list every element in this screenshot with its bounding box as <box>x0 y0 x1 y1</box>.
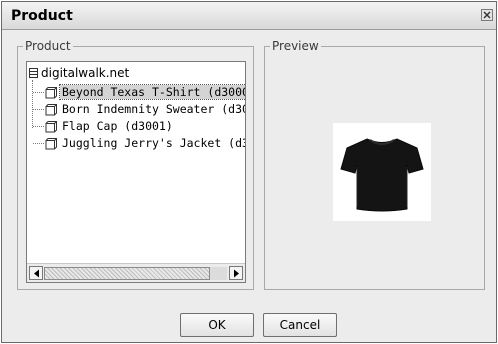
scroll-thumb[interactable] <box>44 267 210 280</box>
tree-root-label: digitalwalk.net <box>41 66 130 80</box>
product-tree-viewport: digitalwalk.net Beyond Texas T-Shirt (d3… <box>27 62 245 263</box>
product-box-icon <box>45 121 57 133</box>
product-group: Product digitalwalk.net Beyond Texas T-S… <box>17 39 254 290</box>
product-tree[interactable]: digitalwalk.net Beyond Texas T-Shirt (d3… <box>26 61 246 283</box>
dialog-title: Product <box>11 8 73 24</box>
product-box-icon <box>45 138 57 150</box>
product-box-icon <box>45 87 57 99</box>
tree-connector-line <box>32 80 33 128</box>
horizontal-scrollbar[interactable] <box>27 263 245 282</box>
preview-image <box>333 123 431 221</box>
tree-item-label: Born Indemnity Sweater (d3003) <box>62 102 245 116</box>
product-group-label: Product <box>23 39 73 53</box>
preview-group-label: Preview <box>270 39 321 53</box>
title-bar[interactable]: Product <box>2 2 496 30</box>
preview-group: Preview <box>264 39 485 290</box>
tree-item-label: Juggling Jerry's Jacket (d3002) <box>62 136 245 150</box>
close-button[interactable] <box>481 9 493 21</box>
scroll-right-button[interactable] <box>229 266 243 280</box>
product-dialog: Product Product digitalwalk.net Beyond T… <box>1 1 497 343</box>
scroll-left-button[interactable] <box>29 266 43 280</box>
ok-button[interactable]: OK <box>180 313 254 337</box>
arrow-left-icon <box>34 269 39 278</box>
tree-item-label: Beyond Texas T-Shirt (d3000) <box>59 84 245 100</box>
close-icon <box>483 11 491 19</box>
product-box-icon <box>45 104 57 116</box>
tree-item-label: Flap Cap (d3001) <box>62 119 173 133</box>
arrow-right-icon <box>234 269 239 278</box>
server-icon <box>29 68 38 78</box>
t-shirt-image <box>340 138 424 212</box>
cancel-button[interactable]: Cancel <box>263 313 337 337</box>
